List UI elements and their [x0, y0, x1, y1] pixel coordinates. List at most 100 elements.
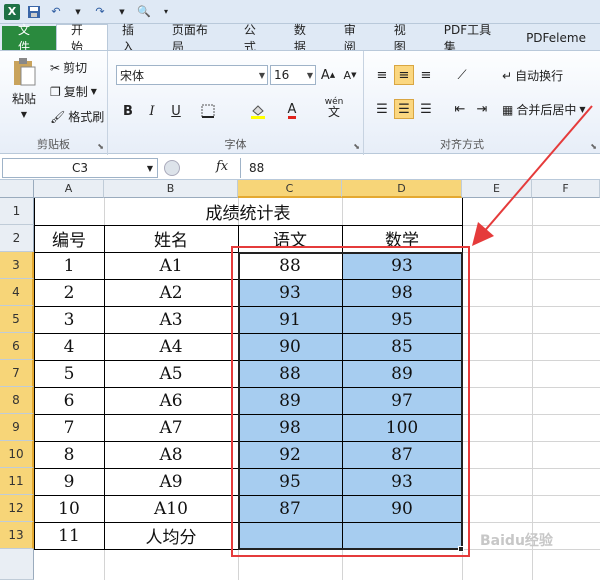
phonetic-button[interactable]: wén 文	[324, 97, 344, 118]
tab-home[interactable]: 开始	[55, 23, 108, 54]
align-right-button[interactable]: ☰	[416, 99, 436, 119]
bold-button[interactable]: B	[118, 101, 138, 121]
row-header[interactable]: 7	[0, 360, 34, 387]
cut-button[interactable]: ✂ 剪切	[50, 59, 87, 76]
underline-button[interactable]: U	[166, 101, 186, 121]
formula-bar-knob[interactable]	[164, 160, 180, 176]
tab-data[interactable]: 数据	[280, 23, 330, 54]
tab-formulas[interactable]: 公式	[230, 23, 280, 54]
annotation-arrow	[472, 105, 593, 246]
row-header[interactable]: 5	[0, 306, 34, 333]
wrap-text-button[interactable]: ↵ 自动换行	[502, 67, 563, 84]
copy-button[interactable]: ❐ 复制 ▼	[50, 83, 97, 100]
border-button[interactable]	[198, 101, 218, 121]
data-cell[interactable]: 10	[34, 495, 104, 522]
font-group-label: 字体	[224, 138, 247, 151]
tab-insert[interactable]: 插入	[108, 23, 158, 54]
row-header[interactable]: 11	[0, 468, 34, 495]
undo-dropdown-icon[interactable]: ▼	[70, 4, 86, 20]
insert-function-button[interactable]: fx	[216, 159, 228, 174]
data-cell[interactable]: A5	[104, 360, 238, 387]
header-cell[interactable]: 编号	[34, 225, 104, 252]
paste-dropdown-icon[interactable]: ▼	[21, 110, 27, 119]
font-name-combo[interactable]: 宋体 ▼	[116, 65, 268, 85]
brush-icon: 🖌	[50, 109, 66, 124]
data-cell[interactable]: 11	[34, 522, 104, 549]
paste-label: 粘贴	[11, 92, 36, 106]
italic-button[interactable]: I	[142, 101, 162, 121]
align-bottom-button[interactable]: ≡	[416, 65, 436, 85]
row-header[interactable]: 6	[0, 333, 34, 360]
paste-icon	[14, 58, 36, 86]
row-header[interactable]: 8	[0, 387, 34, 414]
data-cell[interactable]: 9	[34, 468, 104, 495]
row-header[interactable]: 13	[0, 522, 34, 549]
copy-label: 复制	[63, 85, 88, 99]
sheet-title[interactable]: 成绩统计表	[34, 198, 462, 225]
undo-icon[interactable]: ↶	[48, 4, 64, 20]
data-cell[interactable]: A10	[104, 495, 238, 522]
row-header[interactable]	[0, 549, 34, 580]
tab-file[interactable]: 文件	[2, 23, 56, 54]
align-middle-button[interactable]: ≡	[394, 65, 414, 85]
fill-color-button[interactable]	[248, 101, 268, 121]
paste-button[interactable]: 粘贴 ▼	[6, 57, 42, 119]
data-cell[interactable]: A4	[104, 333, 238, 360]
data-cell[interactable]: 1	[34, 252, 104, 279]
row-header[interactable]: 3	[0, 252, 34, 279]
font-group: 宋体 ▼ 16 ▼ A ▲ A ▼ B I U A wén 文 字体 ⬊	[108, 51, 364, 155]
data-cell[interactable]: A3	[104, 306, 238, 333]
clipboard-group: 粘贴 ▼ ✂ 剪切 ❐ 复制 ▼ 🖌 格式刷 剪贴板 ⬊	[0, 51, 108, 155]
redo-icon[interactable]: ↷	[92, 4, 108, 20]
shrink-font-button[interactable]: A ▼	[340, 65, 360, 85]
select-all-corner[interactable]	[0, 180, 34, 198]
dialog-launcher-icon[interactable]: ⬊	[353, 142, 360, 151]
column-header[interactable]: A	[34, 180, 104, 198]
data-cell[interactable]: 3	[34, 306, 104, 333]
font-size-combo[interactable]: 16 ▼	[270, 65, 316, 85]
data-cell[interactable]: A8	[104, 441, 238, 468]
data-cell[interactable]: 7	[34, 414, 104, 441]
print-preview-icon[interactable]: 🔍	[136, 4, 152, 20]
row-header[interactable]: 2	[0, 225, 34, 252]
format-painter-button[interactable]: 🖌 格式刷	[50, 108, 104, 125]
row-header[interactable]: 12	[0, 495, 34, 522]
data-cell[interactable]: A1	[104, 252, 238, 279]
excel-logo-icon: X	[4, 3, 20, 20]
align-left-button[interactable]: ☰	[372, 99, 392, 119]
data-cell[interactable]: 6	[34, 387, 104, 414]
align-center-button[interactable]: ☰	[394, 99, 414, 119]
name-box[interactable]: C3 ▼	[2, 158, 158, 178]
align-top-button[interactable]: ≡	[372, 65, 392, 85]
clipboard-group-label: 剪贴板	[37, 138, 70, 151]
dialog-launcher-icon[interactable]: ⬊	[97, 142, 104, 151]
data-cell[interactable]: 人均分	[104, 522, 238, 549]
orientation-button[interactable]: ⟋	[452, 65, 472, 85]
tab-view[interactable]: 视图	[380, 23, 430, 54]
row-header[interactable]: 1	[0, 198, 34, 225]
column-header[interactable]: C	[238, 180, 342, 198]
save-icon[interactable]	[26, 4, 42, 20]
column-header[interactable]: B	[104, 180, 238, 198]
tab-pdf-tools[interactable]: PDF工具集	[430, 23, 512, 54]
row-header[interactable]: 10	[0, 441, 34, 468]
data-cell[interactable]: A7	[104, 414, 238, 441]
data-cell[interactable]: 5	[34, 360, 104, 387]
data-cell[interactable]: A6	[104, 387, 238, 414]
data-cell[interactable]: 8	[34, 441, 104, 468]
customize-icon[interactable]: ▾	[158, 4, 174, 20]
row-header[interactable]: 9	[0, 414, 34, 441]
font-color-button[interactable]: A	[282, 101, 302, 121]
data-cell[interactable]: A9	[104, 468, 238, 495]
column-header[interactable]: D	[342, 180, 462, 198]
tab-page-layout[interactable]: 页面布局	[158, 23, 230, 54]
tab-review[interactable]: 审阅	[330, 23, 380, 54]
tab-pdfelement[interactable]: PDFeleme	[512, 26, 600, 50]
row-header[interactable]: 4	[0, 279, 34, 306]
data-cell[interactable]: 4	[34, 333, 104, 360]
grow-font-button[interactable]: A ▲	[318, 65, 338, 85]
header-cell[interactable]: 姓名	[104, 225, 238, 252]
redo-dropdown-icon[interactable]: ▼	[114, 4, 130, 20]
data-cell[interactable]: 2	[34, 279, 104, 306]
data-cell[interactable]: A2	[104, 279, 238, 306]
